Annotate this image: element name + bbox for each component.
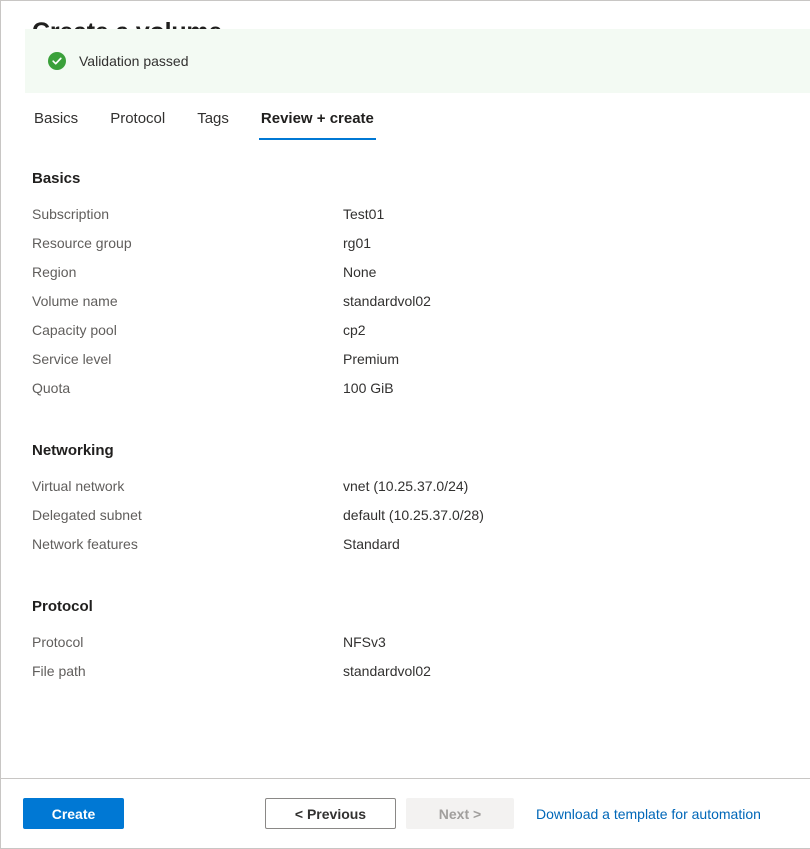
row-value: Standard (343, 534, 400, 554)
tab-label: Basics (34, 110, 78, 127)
summary-sections: Basics Subscription Test01 Resource grou… (32, 169, 790, 690)
row-value: standardvol02 (343, 661, 431, 681)
tab-tags[interactable]: Tags (195, 109, 231, 140)
summary-row: Resource group rg01 (32, 233, 790, 262)
row-value: NFSv3 (343, 632, 386, 652)
summary-row: Volume name standardvol02 (32, 291, 790, 320)
summary-row: Service level Premium (32, 349, 790, 378)
section-title: Networking (32, 441, 790, 461)
row-label: Region (32, 262, 343, 282)
validation-message: Validation passed (79, 52, 188, 70)
row-label: Service level (32, 349, 343, 369)
row-label: Resource group (32, 233, 343, 253)
summary-row: File path standardvol02 (32, 661, 790, 690)
row-value: standardvol02 (343, 291, 431, 311)
blade-footer: Create < Previous Next > Download a temp… (1, 778, 810, 848)
section-networking: Networking Virtual network vnet (10.25.3… (32, 441, 790, 563)
summary-row: Network features Standard (32, 534, 790, 563)
row-value: Test01 (343, 204, 384, 224)
validation-banner: Validation passed (25, 29, 810, 93)
wizard-tabs: Basics Protocol Tags Review + create (32, 109, 376, 140)
download-template-link[interactable]: Download a template for automation (536, 806, 761, 822)
row-label: Volume name (32, 291, 343, 311)
row-label: Protocol (32, 632, 343, 652)
row-label: Capacity pool (32, 320, 343, 340)
tab-basics[interactable]: Basics (32, 109, 80, 140)
row-label: Network features (32, 534, 343, 554)
summary-row: Quota 100 GiB (32, 378, 790, 407)
row-value: 100 GiB (343, 378, 394, 398)
row-label: Quota (32, 378, 343, 398)
section-title: Basics (32, 169, 790, 189)
row-value: vnet (10.25.37.0/24) (343, 476, 468, 496)
summary-row: Virtual network vnet (10.25.37.0/24) (32, 476, 790, 505)
tab-protocol[interactable]: Protocol (108, 109, 167, 140)
section-protocol: Protocol Protocol NFSv3 File path standa… (32, 597, 790, 690)
summary-row: Capacity pool cp2 (32, 320, 790, 349)
check-circle-icon (48, 52, 66, 70)
tab-label: Tags (197, 110, 229, 127)
row-label: Delegated subnet (32, 505, 343, 525)
create-button[interactable]: Create (23, 798, 124, 829)
row-label: File path (32, 661, 343, 681)
create-volume-blade: Create a volume Validation passed Basics… (0, 0, 810, 849)
summary-row: Delegated subnet default (10.25.37.0/28) (32, 505, 790, 534)
row-value: Premium (343, 349, 399, 369)
row-label: Virtual network (32, 476, 343, 496)
tab-label: Protocol (110, 110, 165, 127)
section-title: Protocol (32, 597, 790, 617)
tab-review-create[interactable]: Review + create (259, 109, 376, 140)
row-value: default (10.25.37.0/28) (343, 505, 484, 525)
previous-button[interactable]: < Previous (265, 798, 396, 829)
row-label: Subscription (32, 204, 343, 224)
row-value: rg01 (343, 233, 371, 253)
row-value: cp2 (343, 320, 366, 340)
tab-label: Review + create (261, 110, 374, 127)
section-basics: Basics Subscription Test01 Resource grou… (32, 169, 790, 407)
summary-row: Region None (32, 262, 790, 291)
summary-row: Protocol NFSv3 (32, 632, 790, 661)
next-button: Next > (406, 798, 514, 829)
summary-row: Subscription Test01 (32, 204, 790, 233)
blade-body: Create a volume Validation passed Basics… (1, 1, 810, 778)
row-value: None (343, 262, 376, 282)
